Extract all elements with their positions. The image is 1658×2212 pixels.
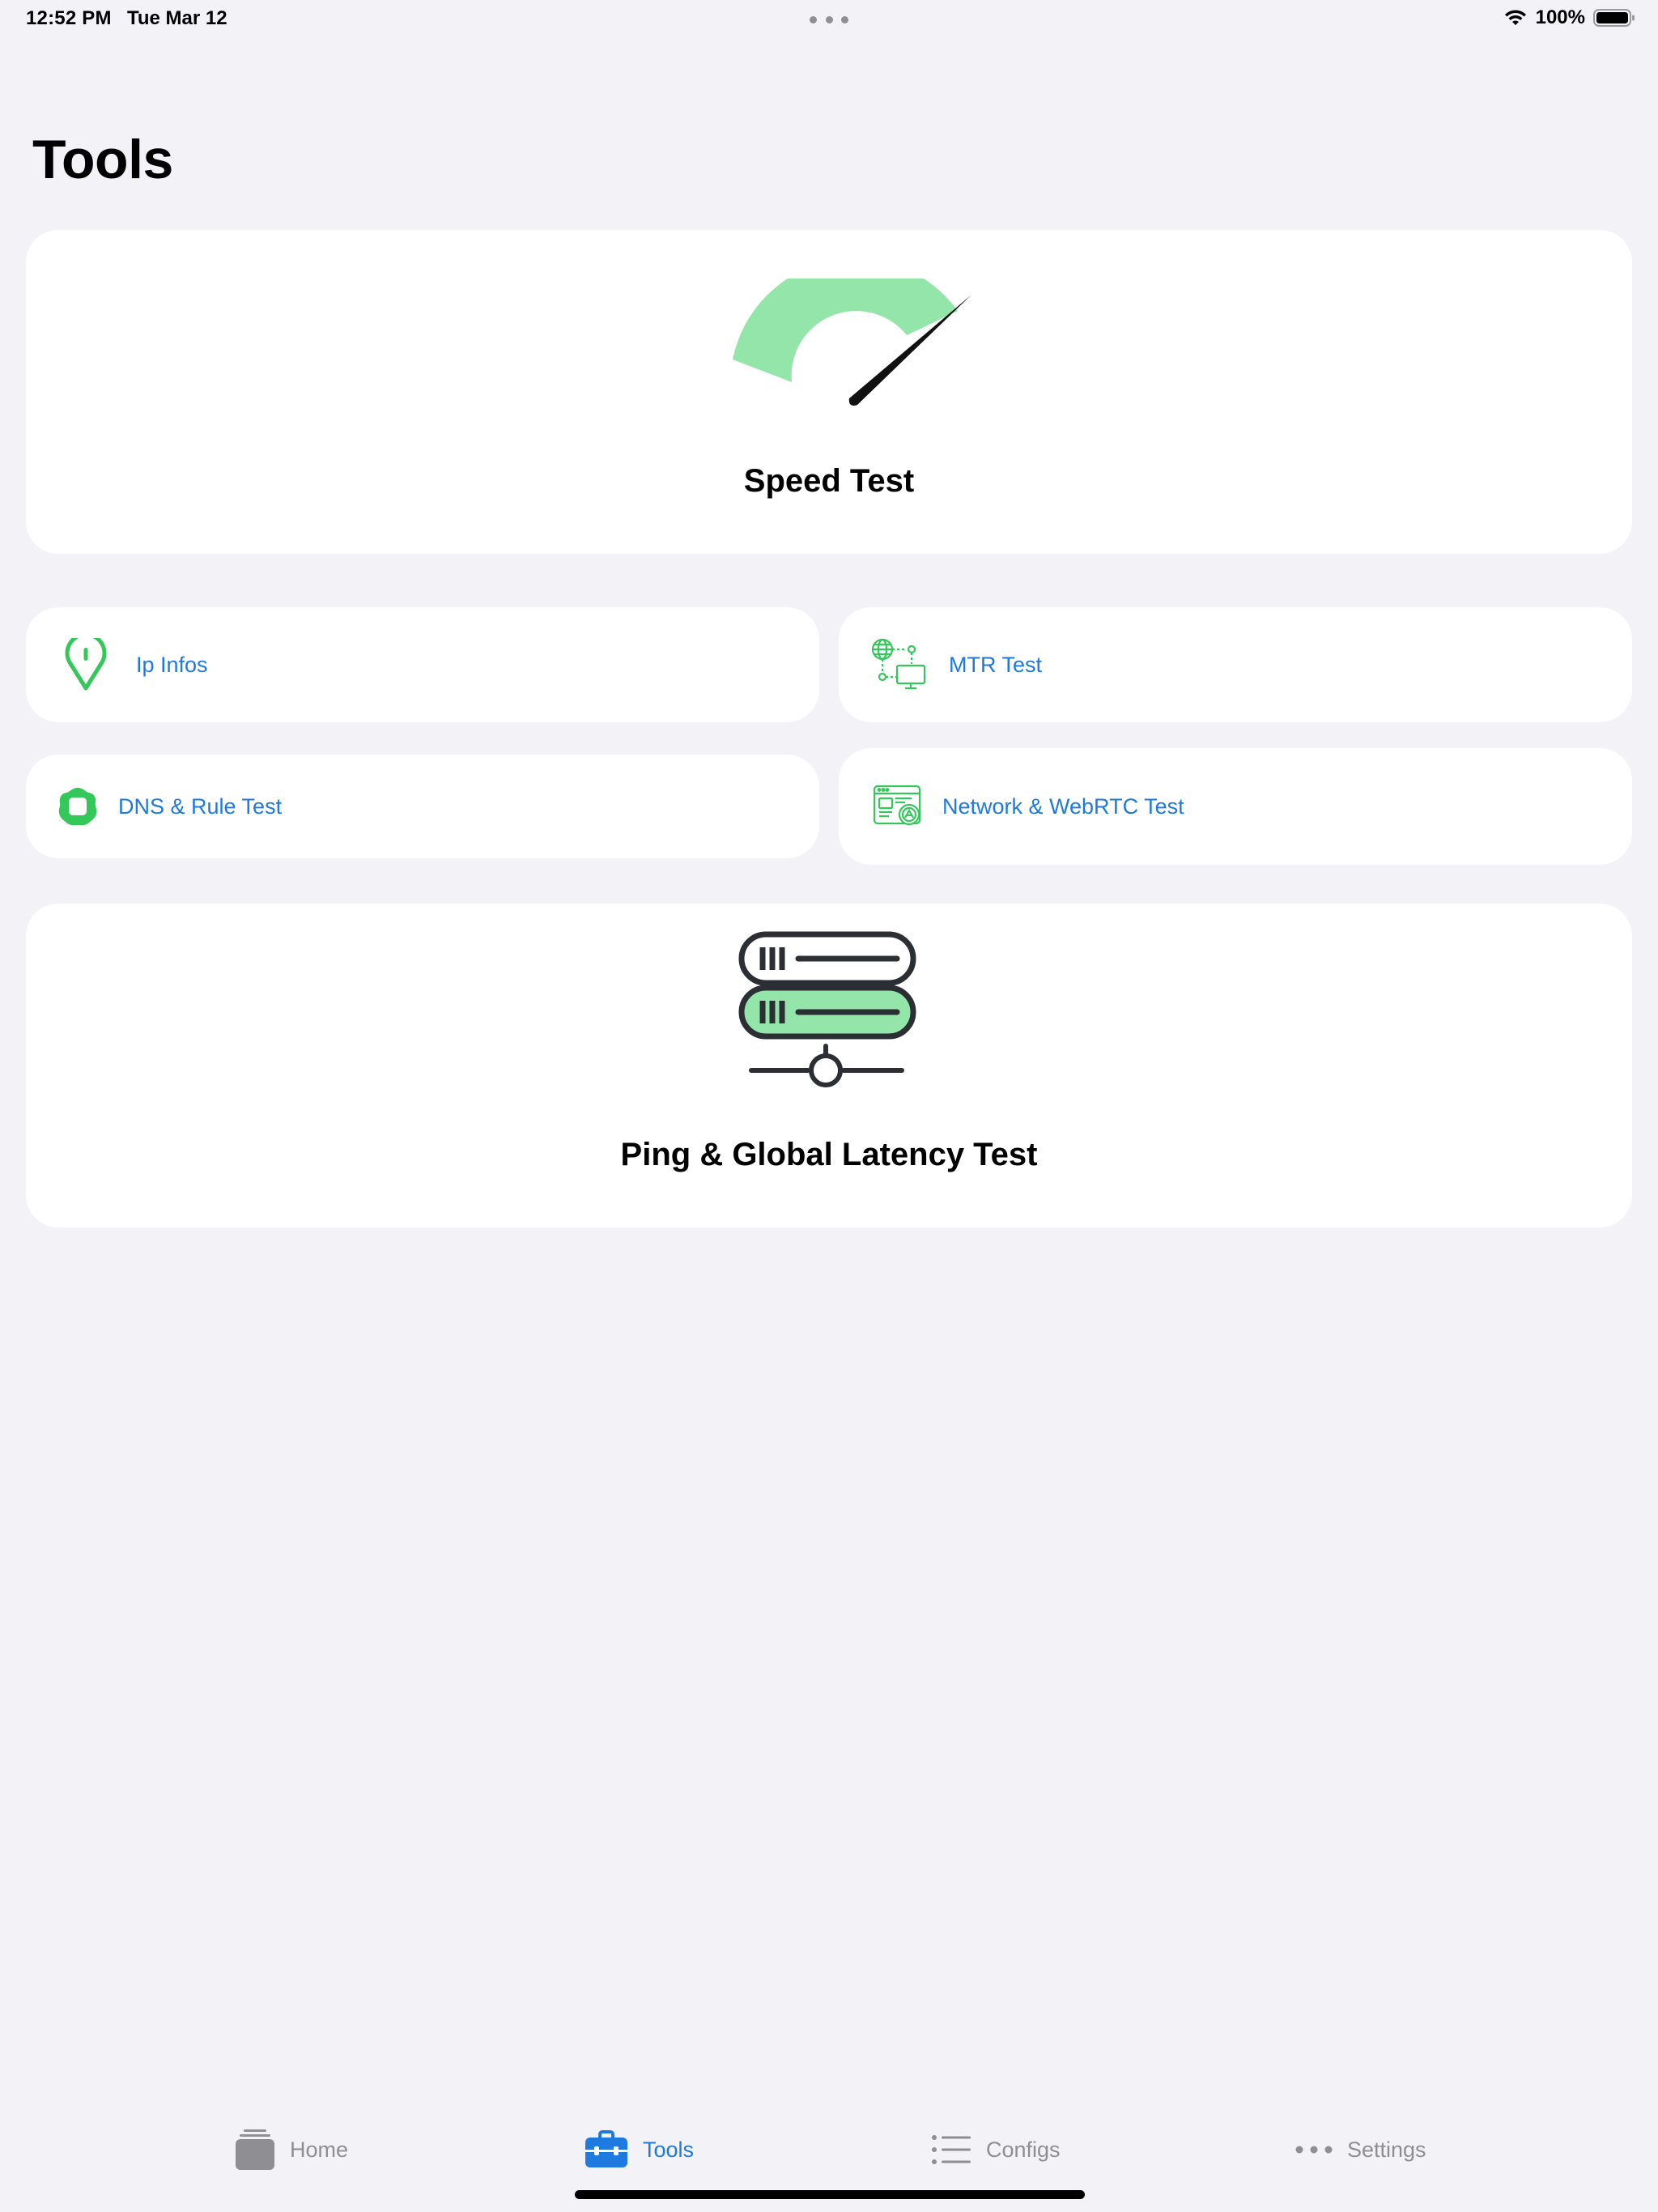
tab-configs[interactable]: Configs: [931, 2105, 1061, 2194]
network-webrtc-test-label: Network & WebRTC Test: [942, 793, 1184, 819]
ping-latency-test-label: Ping & Global Latency Test: [620, 1137, 1038, 1172]
tab-tools[interactable]: Tools: [585, 2105, 694, 2194]
home-indicator[interactable]: [575, 2190, 1085, 2199]
home-stack-icon: [236, 2129, 274, 2170]
server-icon: [738, 931, 916, 1087]
mtr-test-card[interactable]: MTR Test: [839, 607, 1632, 722]
tab-settings[interactable]: Settings: [1295, 2105, 1426, 2194]
toolbox-icon: [585, 2130, 627, 2167]
speed-test-card[interactable]: Speed Test: [26, 230, 1632, 554]
speedometer-icon: [733, 279, 971, 406]
network-webrtc-test-card[interactable]: Network & WebRTC Test: [839, 748, 1632, 865]
status-bar: 12:52 PM Tue Mar 12 100%: [0, 0, 1658, 39]
dns-rule-test-card[interactable]: DNS & Rule Test: [26, 755, 819, 858]
battery-percentage: 100%: [1535, 6, 1585, 28]
ping-latency-test-card[interactable]: Ping & Global Latency Test: [26, 904, 1632, 1227]
multitasking-dots-icon[interactable]: [810, 16, 848, 24]
battery-icon: [1593, 9, 1635, 27]
location-pin-icon: [65, 638, 107, 691]
speed-test-label: Speed Test: [743, 463, 915, 499]
ip-infos-label: Ip Infos: [136, 652, 208, 677]
dns-badge-icon: [58, 788, 97, 826]
list-icon: [932, 2135, 971, 2164]
browser-network-icon: [873, 785, 921, 826]
network-route-icon: [871, 638, 926, 690]
ip-infos-card[interactable]: Ip Infos: [26, 607, 819, 722]
tab-settings-label: Settings: [1347, 2137, 1426, 2162]
wifi-icon: [1504, 10, 1526, 25]
mtr-test-label: MTR Test: [949, 652, 1043, 677]
status-right: 100%: [1503, 6, 1635, 29]
status-date: Tue Mar 12: [127, 7, 227, 29]
ellipsis-icon: [1295, 2146, 1333, 2154]
dns-rule-test-label: DNS & Rule Test: [118, 793, 283, 819]
tab-home[interactable]: Home: [235, 2105, 348, 2194]
tab-bar: Home Tools Configs Settings: [0, 2105, 1658, 2194]
status-time: 12:52 PM: [26, 7, 112, 29]
screen: 12:52 PM Tue Mar 12 100% Tools Speed Tes…: [0, 0, 1658, 2212]
tab-home-label: Home: [290, 2137, 349, 2162]
page-title: Tools: [32, 129, 173, 190]
tab-tools-label: Tools: [643, 2137, 695, 2162]
tab-configs-label: Configs: [986, 2137, 1061, 2162]
